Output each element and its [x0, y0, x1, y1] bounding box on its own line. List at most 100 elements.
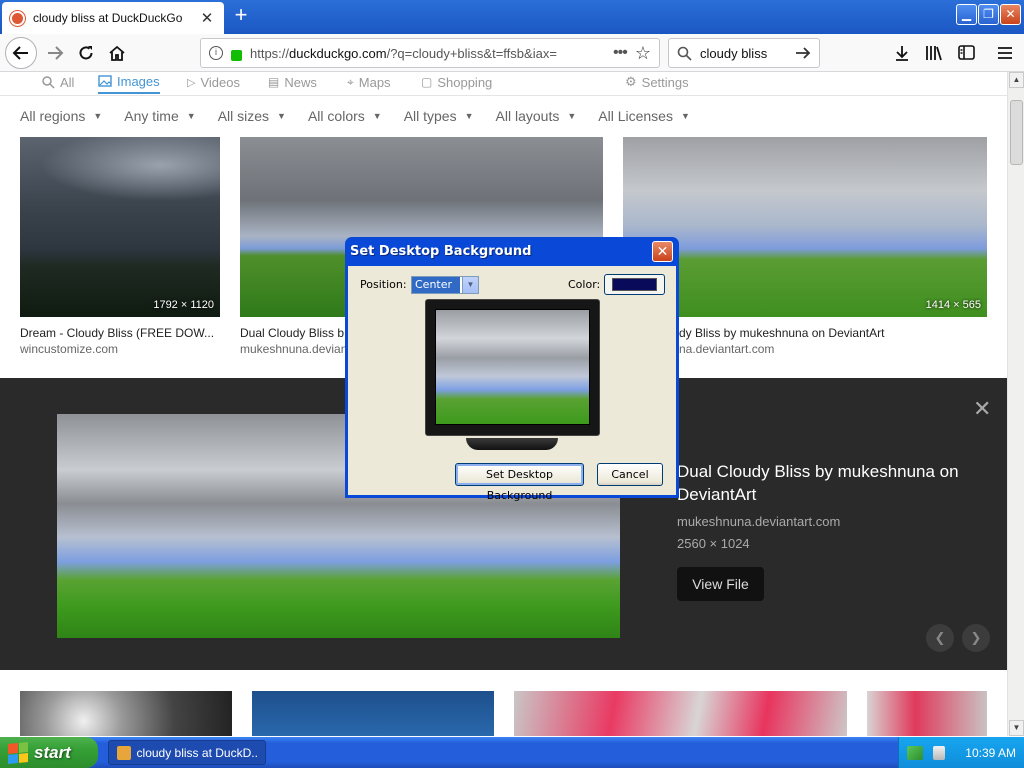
restore-button[interactable]: ❐	[978, 4, 999, 25]
volume-icon[interactable]	[933, 745, 945, 760]
caret-down-icon: ▼	[93, 111, 103, 121]
search-icon	[42, 75, 55, 89]
image-icon	[98, 75, 112, 87]
tab-settings[interactable]: ⚙ Settings	[625, 72, 689, 94]
result-domain-2[interactable]: mukeshnuna.devian	[240, 342, 345, 356]
downloads-icon[interactable]	[889, 40, 915, 66]
network-icon[interactable]	[907, 745, 923, 760]
search-bar[interactable]: cloudy bliss	[668, 38, 820, 68]
tab-all[interactable]: All	[42, 72, 74, 94]
lock-icon	[231, 49, 242, 61]
back-button[interactable]	[5, 37, 37, 69]
scroll-up-icon[interactable]: ▲	[1009, 72, 1024, 88]
filter-type[interactable]: All types ▼	[404, 108, 474, 124]
reload-icon	[79, 46, 93, 60]
ddg-top-nav: All Images ▷ Videos ▤ News ⌖ Maps ▢ Shop…	[0, 72, 1007, 96]
filter-color[interactable]: All colors ▼	[308, 108, 382, 124]
tab-maps[interactable]: ⌖ Maps	[347, 72, 391, 94]
tab-shopping[interactable]: ▢ Shopping	[421, 72, 492, 94]
position-select[interactable]: Center ▼	[411, 276, 479, 294]
minimize-button[interactable]: ▁	[956, 4, 977, 25]
detail-domain[interactable]: mukeshnuna.deviantart.com	[677, 514, 840, 529]
result-title-2[interactable]: Dual Cloudy Bliss b	[240, 326, 345, 340]
scroll-down-icon[interactable]: ▼	[1009, 720, 1024, 736]
tab-videos[interactable]: ▷ Videos	[187, 72, 240, 94]
filter-layout[interactable]: All layouts ▼	[496, 108, 577, 124]
tab-news[interactable]: ▤ News	[268, 72, 317, 94]
reload-button[interactable]	[71, 38, 101, 68]
color-swatch	[612, 278, 657, 291]
home-button[interactable]	[102, 38, 132, 68]
image-dimensions: 1414 × 565	[925, 299, 981, 311]
sidebar-icon[interactable]	[953, 40, 979, 66]
forward-arrow-icon	[48, 46, 64, 60]
window-close-button[interactable]: ✕	[1000, 4, 1021, 25]
new-tab-button[interactable]: +	[230, 4, 252, 28]
tab-close-icon[interactable]: ✕	[198, 9, 216, 27]
set-desktop-background-button[interactable]: Set Desktop Background	[455, 463, 584, 502]
filter-license[interactable]: All Licenses ▼	[598, 108, 690, 124]
color-picker-button[interactable]	[604, 274, 665, 295]
bookmark-star-icon[interactable]: ☆	[635, 43, 651, 64]
search-query[interactable]: cloudy bliss	[700, 46, 787, 61]
shopping-bag-icon: ▢	[421, 75, 433, 89]
result-image-5[interactable]	[252, 691, 494, 736]
page-scrollbar[interactable]: ▲ ▼	[1007, 72, 1024, 736]
page-actions-icon[interactable]: •••	[613, 44, 628, 62]
view-file-button[interactable]: View File	[677, 567, 764, 601]
caret-down-icon: ▼	[372, 111, 382, 121]
result-image-6[interactable]	[514, 691, 847, 736]
taskbar-firefox-task[interactable]: cloudy bliss at DuckD...	[108, 740, 266, 765]
library-icon[interactable]	[921, 40, 947, 66]
result-domain-3[interactable]: na.deviantart.com	[679, 342, 999, 356]
clock[interactable]: 10:39 AM	[965, 746, 1016, 760]
detail-close-icon[interactable]: ✕	[973, 396, 991, 422]
caret-down-icon: ▼	[186, 111, 196, 121]
position-value: Center	[412, 277, 460, 293]
result-domain-1[interactable]: wincustomize.com	[20, 342, 220, 356]
previous-arrow-icon[interactable]: ❮	[926, 624, 954, 652]
color-label: Color:	[568, 278, 601, 291]
cancel-button[interactable]: Cancel	[597, 463, 663, 486]
search-go-icon[interactable]	[795, 46, 811, 60]
filter-region[interactable]: All regions ▼	[20, 108, 102, 124]
dialog-titlebar[interactable]: Set Desktop Background ✕	[348, 237, 676, 266]
news-icon: ▤	[268, 75, 280, 89]
dialog-close-button[interactable]: ✕	[652, 241, 673, 262]
windows-taskbar: start cloudy bliss at DuckD... 10:39 AM	[0, 737, 1024, 768]
filter-size[interactable]: All sizes ▼	[218, 108, 286, 124]
dropdown-arrow-icon[interactable]: ▼	[462, 277, 478, 293]
result-image-1[interactable]: 1792 × 1120	[20, 137, 220, 317]
scroll-thumb[interactable]	[1010, 100, 1023, 165]
info-icon[interactable]: i	[209, 46, 223, 60]
caret-down-icon: ▼	[277, 111, 286, 121]
detail-title[interactable]: Dual Cloudy Bliss by mukeshnuna on Devia…	[677, 460, 977, 506]
next-arrow-icon[interactable]: ❯	[962, 624, 990, 652]
windows-logo-icon	[8, 741, 28, 764]
detail-dimensions: 2560 × 1024	[677, 536, 750, 551]
start-label: start	[34, 742, 71, 762]
task-label: cloudy bliss at DuckD...	[136, 745, 257, 760]
url-text[interactable]: https://duckduckgo.com/?q=cloudy+bliss&t…	[250, 46, 605, 61]
monitor-preview-icon	[425, 299, 600, 436]
result-image-4[interactable]	[20, 691, 232, 736]
tab-images[interactable]: Images	[98, 72, 160, 94]
back-arrow-icon	[12, 46, 28, 60]
search-icon	[677, 46, 692, 61]
map-pin-icon: ⌖	[347, 74, 354, 89]
result-title-1[interactable]: Dream - Cloudy Bliss (FREE DOW...	[20, 326, 220, 340]
result-title-3[interactable]: dy Bliss by mukeshnuna on DeviantArt	[679, 326, 999, 340]
menu-icon[interactable]	[992, 40, 1018, 66]
result-image-7[interactable]	[867, 691, 987, 736]
url-bar[interactable]: i https://duckduckgo.com/?q=cloudy+bliss…	[200, 38, 660, 68]
desktop-preview	[435, 309, 590, 425]
browser-tab[interactable]: cloudy bliss at DuckDuckGo ✕	[2, 2, 224, 34]
filter-bar: All regions ▼ Any time ▼ All sizes ▼ All co…	[20, 108, 690, 124]
duckduckgo-favicon-icon	[10, 10, 25, 26]
forward-button[interactable]	[40, 38, 70, 68]
start-button[interactable]: start	[0, 737, 98, 768]
dialog-body: Position: Center ▼ Color: Set Desktop Ba…	[348, 266, 676, 502]
tab-title: cloudy bliss at DuckDuckGo	[33, 11, 183, 25]
filter-time[interactable]: Any time ▼	[124, 108, 195, 124]
dialog-title: Set Desktop Background	[350, 244, 532, 259]
